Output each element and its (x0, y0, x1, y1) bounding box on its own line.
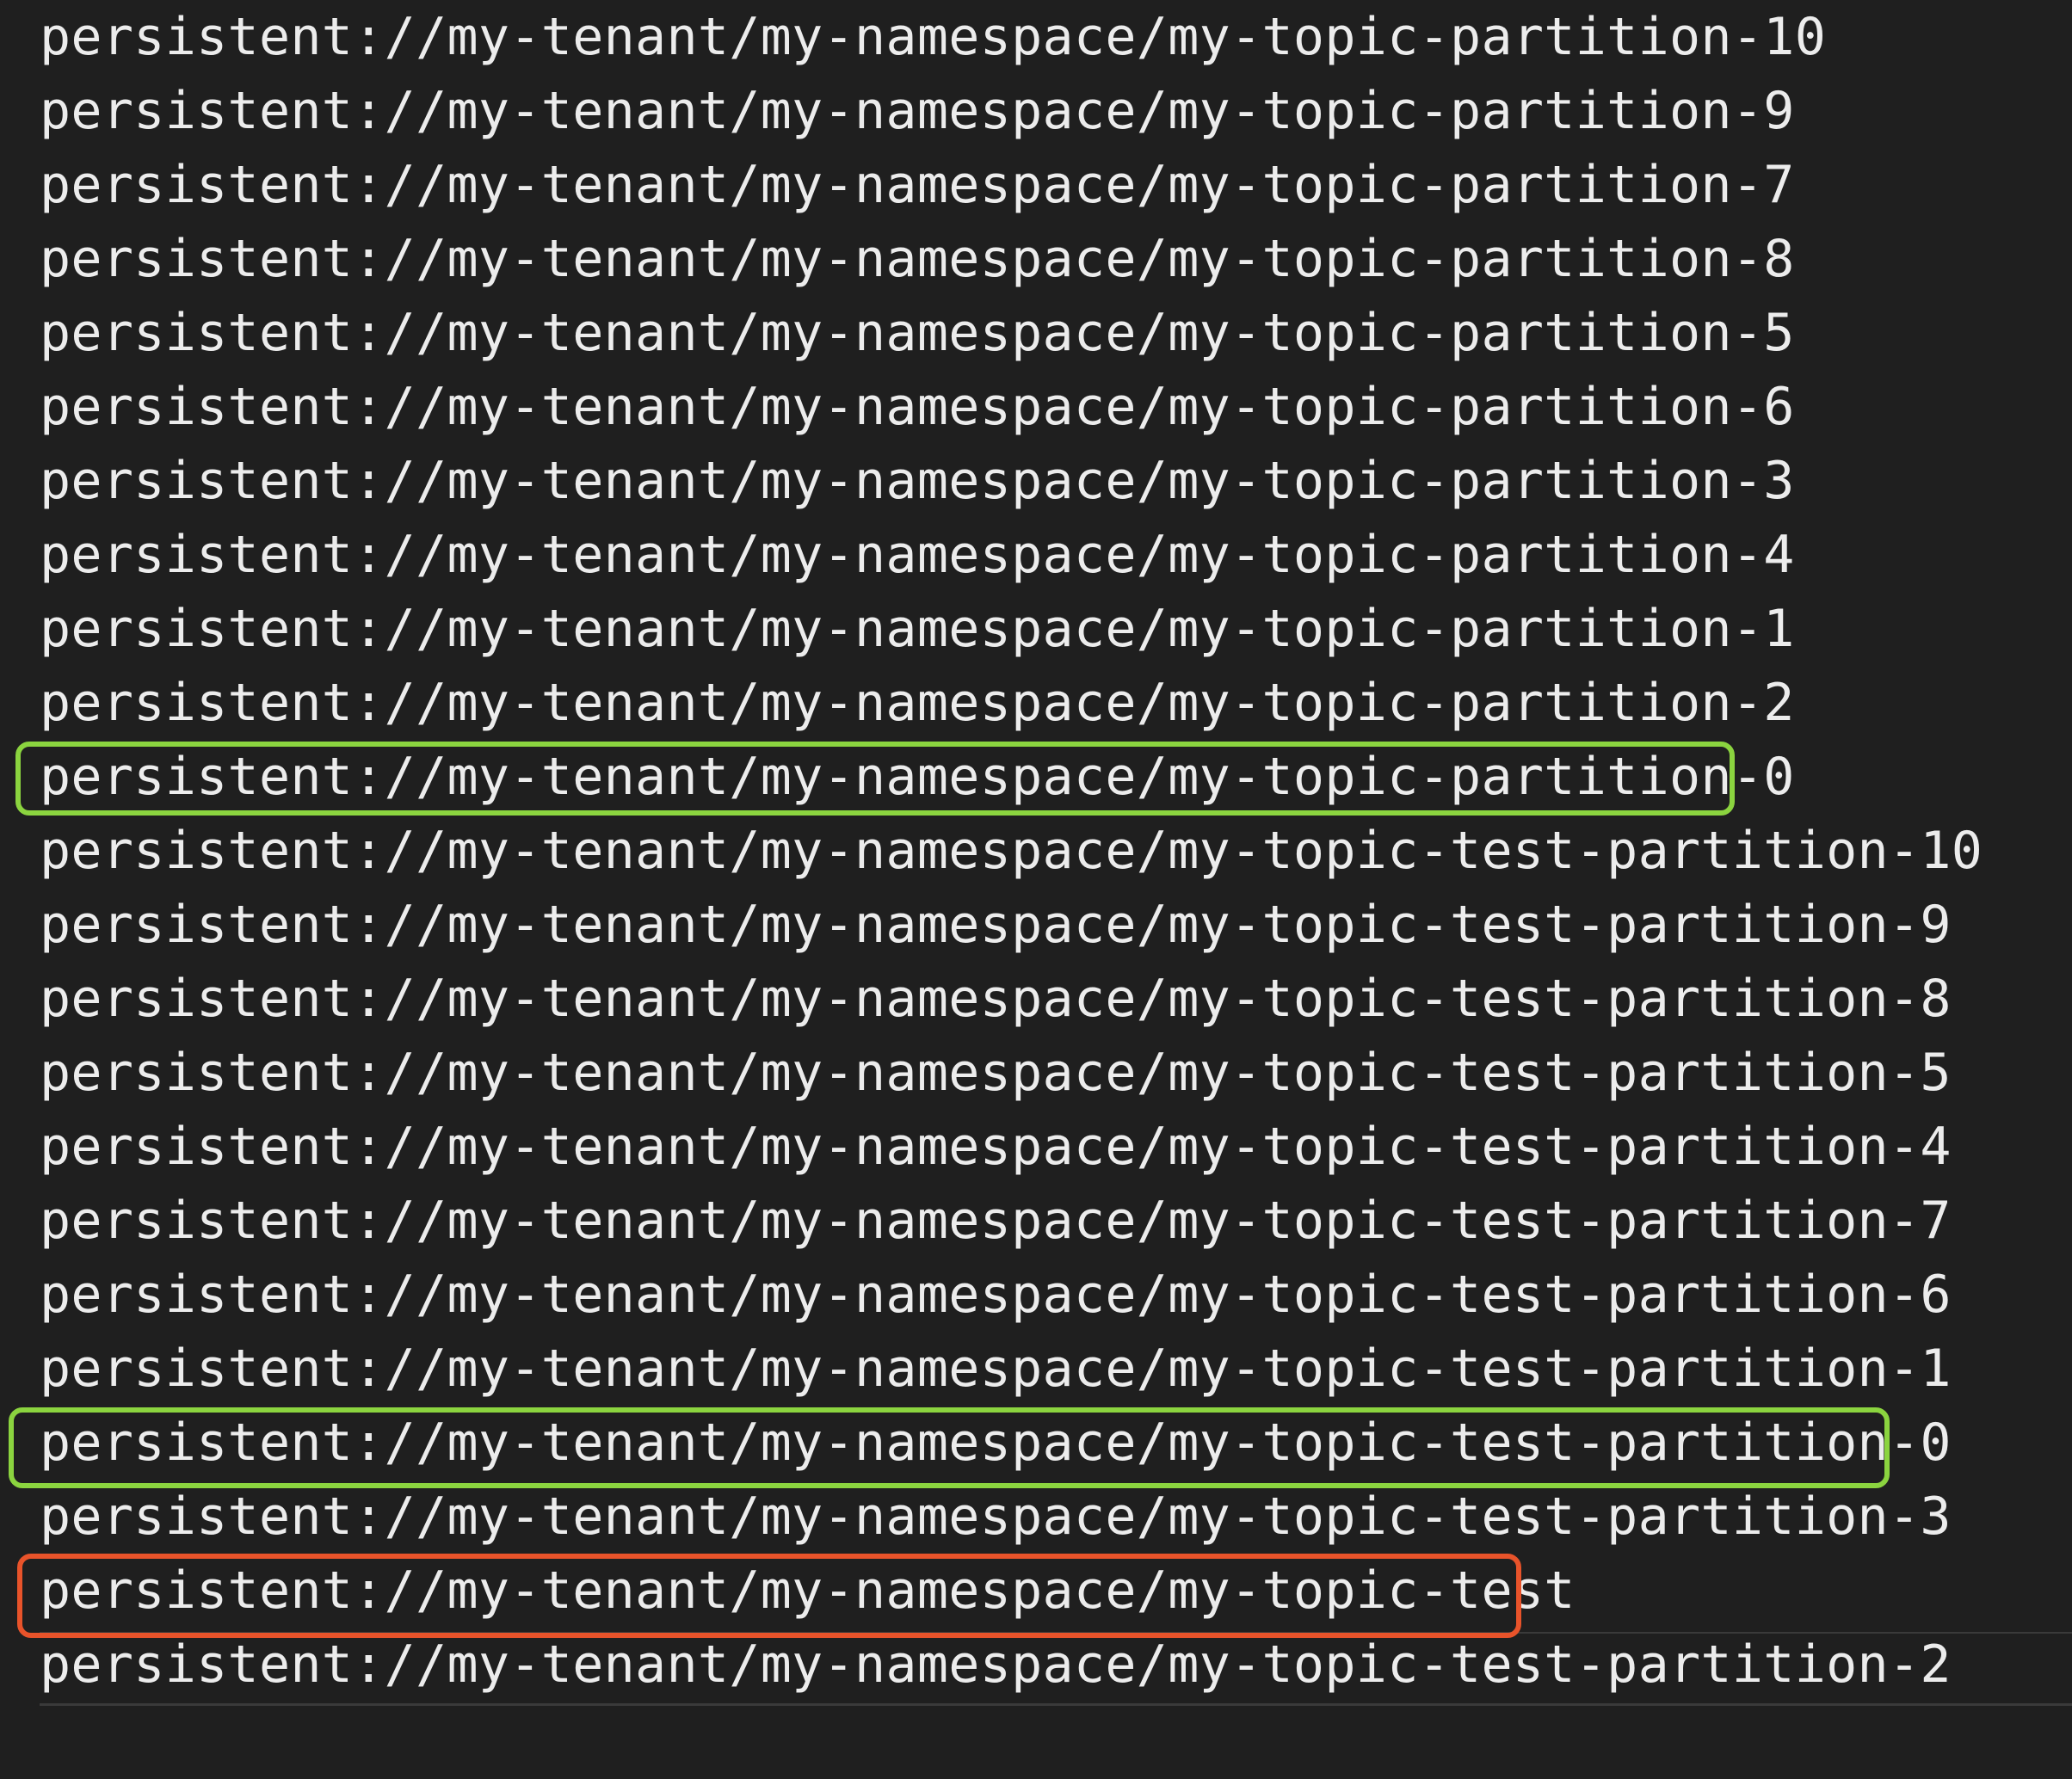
highlighted-line-green: persistent://my-tenant/my-namespace/my-t… (40, 1413, 1952, 1473)
output-line: persistent://my-tenant/my-namespace/my-t… (40, 673, 1795, 733)
output-line: persistent://my-tenant/my-namespace/my-t… (40, 1339, 1952, 1399)
output-line: persistent://my-tenant/my-namespace/my-t… (40, 229, 1795, 289)
output-line: persistent://my-tenant/my-namespace/my-t… (40, 155, 1795, 215)
output-line: persistent://my-tenant/my-namespace/my-t… (40, 525, 1795, 585)
output-line: persistent://my-tenant/my-namespace/my-t… (40, 303, 1795, 363)
output-line: persistent://my-tenant/my-namespace/my-t… (40, 821, 1983, 881)
output-line: persistent://my-tenant/my-namespace/my-t… (40, 1117, 1952, 1177)
output-line: persistent://my-tenant/my-namespace/my-t… (40, 451, 1795, 511)
output-line: persistent://my-tenant/my-namespace/my-t… (40, 599, 1795, 659)
output-line: persistent://my-tenant/my-namespace/my-t… (40, 969, 1952, 1029)
highlighted-line-green: persistent://my-tenant/my-namespace/my-t… (40, 747, 1795, 807)
terminal-output: persistent://my-tenant/my-namespace/my-t… (0, 0, 2072, 1779)
output-line: persistent://my-tenant/my-namespace/my-t… (40, 1191, 1952, 1251)
output-line: persistent://my-tenant/my-namespace/my-t… (40, 1265, 1952, 1325)
output-line: persistent://my-tenant/my-namespace/my-t… (40, 1487, 1952, 1547)
output-line: persistent://my-tenant/my-namespace/my-t… (40, 81, 1795, 141)
output-line: persistent://my-tenant/my-namespace/my-t… (40, 895, 1952, 955)
output-line: persistent://my-tenant/my-namespace/my-t… (40, 1043, 1952, 1103)
highlighted-line-red: persistent://my-tenant/my-namespace/my-t… (40, 1560, 1576, 1621)
output-line: persistent://my-tenant/my-namespace/my-t… (40, 7, 1827, 67)
output-line: persistent://my-tenant/my-namespace/my-t… (40, 1634, 1952, 1695)
output-line: persistent://my-tenant/my-namespace/my-t… (40, 377, 1795, 437)
